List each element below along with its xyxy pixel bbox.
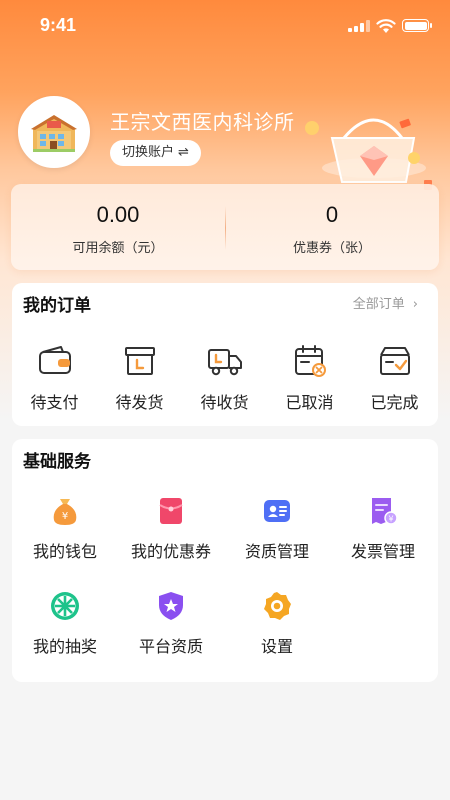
available-balance-label: 可用余额（元） [72, 241, 164, 256]
order-pending-receipt-label: 待收货 [200, 393, 249, 412]
invoice-icon: ¥ [372, 498, 398, 525]
order-completed[interactable]: 已完成 [352, 343, 437, 413]
status-icons [348, 18, 432, 34]
service-invoice-management-label: 发票管理 [350, 542, 415, 561]
service-my-coupons-label: 我的优惠券 [130, 542, 211, 561]
order-pending-receipt[interactable]: 待收货 [182, 343, 267, 413]
gear-icon [264, 592, 291, 620]
wallet-icon [39, 346, 71, 374]
id-card-icon [264, 500, 290, 522]
available-balance-value: 0.00 [96, 202, 140, 227]
all-orders-link[interactable]: 全部订单 › [353, 293, 418, 312]
shopping-basket-decoration [305, 118, 432, 190]
shop-name: 王宗文西医内科诊所 [110, 110, 295, 134]
switch-account-label: 切换账户 [122, 145, 175, 160]
avatar[interactable] [18, 96, 90, 168]
service-platform-qualification[interactable]: 平台资质 [118, 590, 224, 670]
service-qualification-management[interactable]: 资质管理 [224, 495, 330, 575]
building-icon [21, 99, 87, 165]
order-completed-label: 已完成 [370, 393, 419, 412]
service-my-lottery-label: 我的抽奖 [32, 637, 97, 656]
status-bar: 9:41 [0, 0, 450, 54]
box-check-icon [380, 347, 410, 375]
coupon-count-label: 优惠券（张） [292, 241, 371, 256]
service-my-wallet-label: 我的钱包 [32, 542, 97, 561]
signal-icon [348, 20, 370, 32]
swap-arrows-icon: ⇌ [178, 145, 189, 160]
orders-title: 我的订单 [23, 296, 91, 316]
orders-card: 我的订单 全部订单 › 待支付 待发货 待收货 已取消 已完成 [12, 283, 438, 426]
all-orders-label: 全部订单 [352, 297, 405, 312]
wifi-icon [376, 19, 396, 33]
battery-icon [402, 19, 432, 32]
balance-card: 0.00 可用余额（元） 0 优惠券（张） [11, 184, 439, 270]
svg-text:¥: ¥ [62, 511, 68, 522]
services-card: 基础服务 ¥ 我的钱包 我的优惠券 资质管理 ¥ 发票管理 我的抽奖 平台资质 … [12, 439, 438, 682]
order-pending-shipment-label: 待发货 [115, 393, 164, 412]
service-invoice-management[interactable]: ¥ 发票管理 [330, 495, 436, 575]
coupon-count-value: 0 [325, 202, 339, 227]
money-bag-icon: ¥ [53, 499, 77, 525]
status-time: 9:41 [40, 15, 77, 35]
service-platform-qualification-label: 平台资质 [138, 637, 203, 656]
service-my-wallet[interactable]: ¥ 我的钱包 [12, 495, 118, 575]
order-pending-payment[interactable]: 待支付 [12, 343, 97, 413]
order-cancelled[interactable]: 已取消 [267, 343, 352, 413]
order-cancelled-label: 已取消 [285, 393, 334, 412]
calendar-cancel-icon [295, 345, 326, 377]
order-pending-shipment[interactable]: 待发货 [97, 343, 182, 413]
coupon-icon [159, 498, 183, 524]
truck-icon [208, 349, 242, 376]
service-my-lottery[interactable]: 我的抽奖 [12, 590, 118, 670]
services-title: 基础服务 [23, 452, 91, 472]
service-qualification-management-label: 资质管理 [244, 542, 309, 561]
lottery-wheel-icon [51, 592, 79, 620]
box-icon [125, 347, 155, 375]
order-pending-payment-label: 待支付 [30, 393, 79, 412]
svg-text:¥: ¥ [388, 515, 393, 524]
service-my-coupons[interactable]: 我的优惠券 [118, 495, 224, 575]
available-balance[interactable]: 0.00 可用余额（元） [11, 184, 225, 270]
shield-star-icon [159, 592, 183, 620]
service-settings-label: 设置 [260, 637, 293, 656]
chevron-right-icon: › [412, 297, 418, 312]
switch-account-button[interactable]: 切换账户 ⇌ [110, 140, 201, 166]
service-settings[interactable]: 设置 [224, 590, 330, 670]
coupon-count[interactable]: 0 优惠券（张） [225, 184, 439, 270]
